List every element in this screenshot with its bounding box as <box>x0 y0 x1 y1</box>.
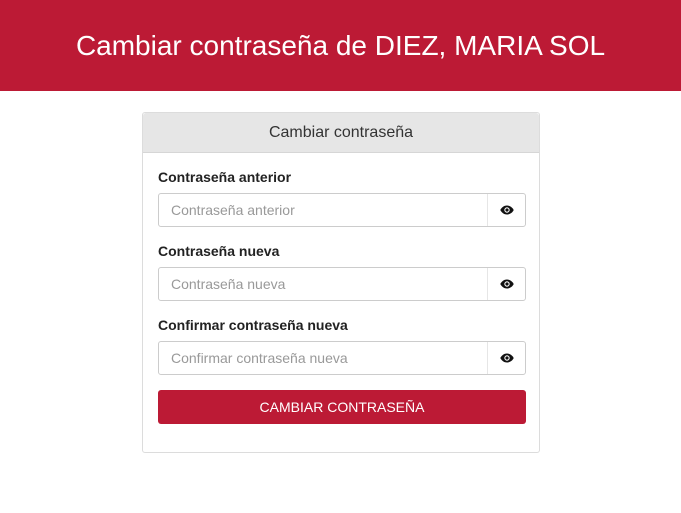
eye-icon <box>499 279 514 289</box>
confirm-password-group <box>158 341 526 375</box>
confirm-password-toggle-button[interactable] <box>487 342 525 374</box>
eye-icon <box>499 205 514 215</box>
new-password-toggle-button[interactable] <box>487 268 525 300</box>
old-password-group <box>158 193 526 227</box>
confirm-password-label: Confirmar contraseña nueva <box>158 317 348 333</box>
new-password-label: Contraseña nueva <box>158 243 280 259</box>
change-password-button[interactable]: CAMBIAR CONTRASEÑA <box>158 390 526 424</box>
page-header: Cambiar contraseña de DIEZ, MARIA SOL <box>0 0 681 91</box>
old-password-label: Contraseña anterior <box>158 169 292 185</box>
change-password-card: Cambiar contraseña Contraseña anterior C… <box>142 112 540 453</box>
page-title: Cambiar contraseña de DIEZ, MARIA SOL <box>75 29 606 61</box>
card-title: Cambiar contraseña <box>143 113 539 153</box>
new-password-group <box>158 267 526 301</box>
new-password-input[interactable] <box>159 268 487 300</box>
old-password-toggle-button[interactable] <box>487 194 525 226</box>
old-password-input[interactable] <box>159 194 487 226</box>
eye-icon <box>499 353 514 363</box>
confirm-password-input[interactable] <box>159 342 487 374</box>
